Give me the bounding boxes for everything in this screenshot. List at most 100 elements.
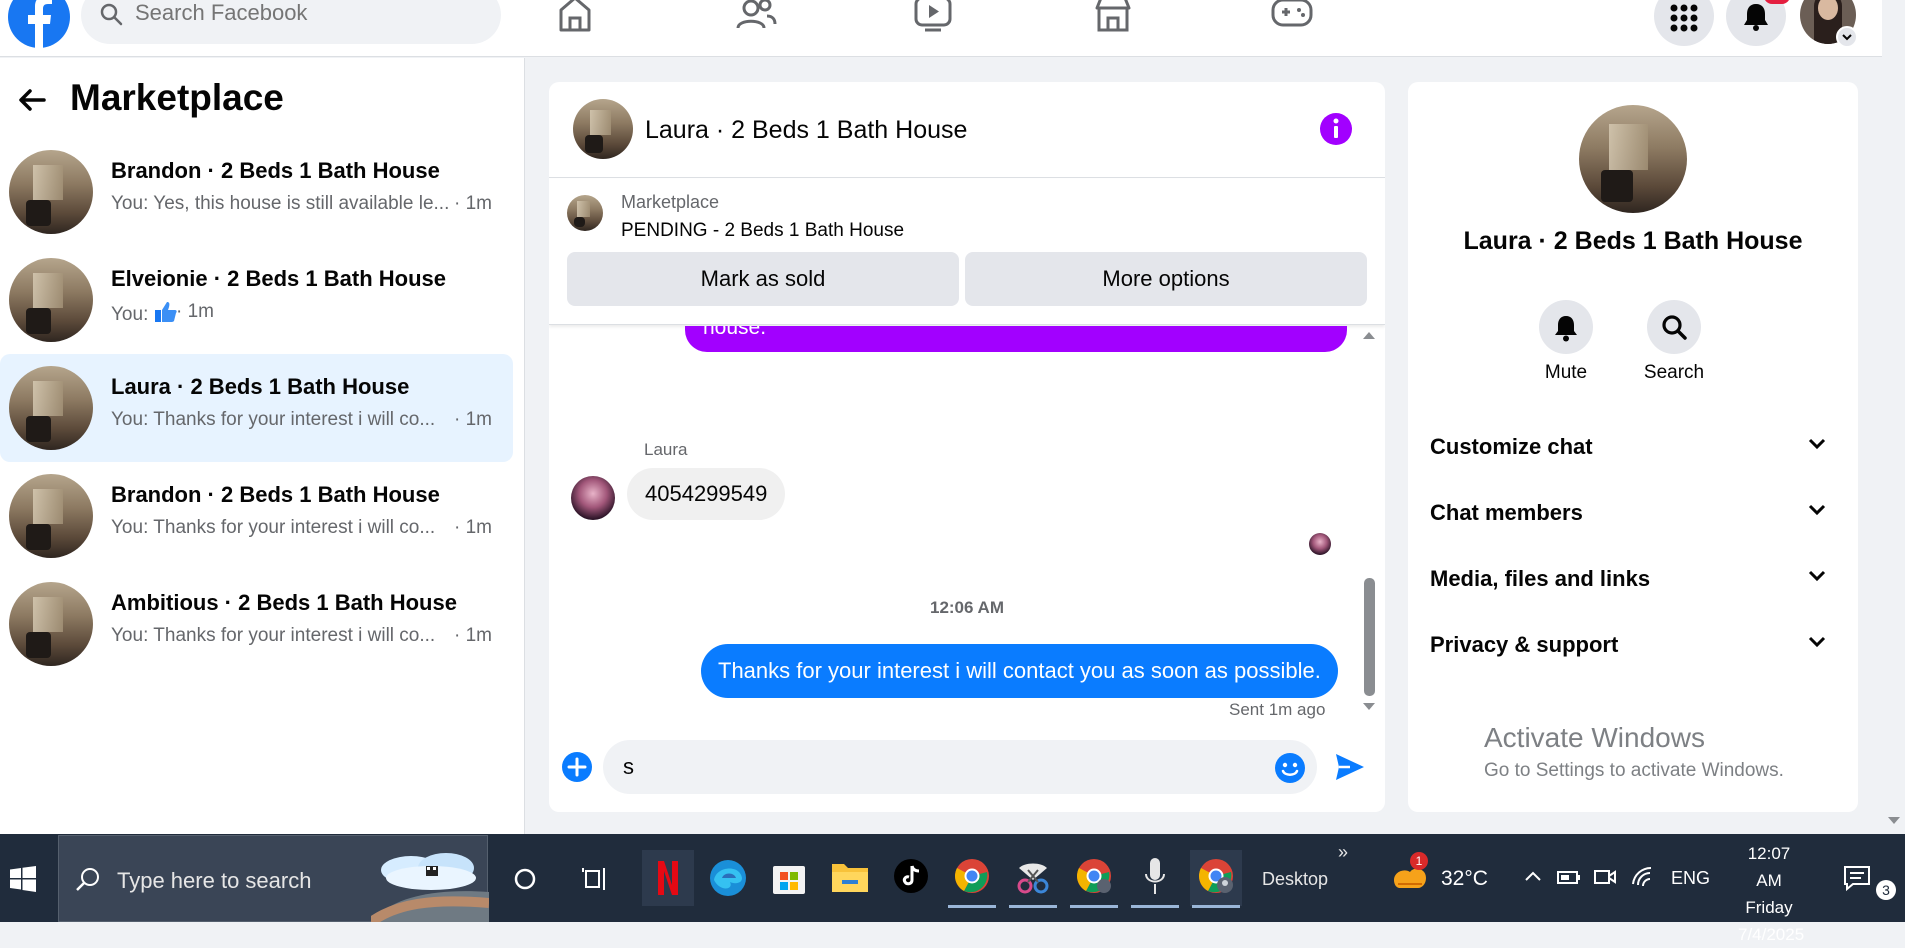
conversation-item[interactable]: Ambitious · 2 Beds 1 Bath House You: Tha…	[0, 570, 513, 678]
toolbar-overflow-chevron[interactable]: »	[1338, 842, 1348, 863]
marketplace-nav-icon[interactable]	[1083, 0, 1143, 34]
mark-as-sold-button[interactable]: Mark as sold	[567, 252, 959, 306]
media-files-links-section[interactable]: Media, files and links	[1430, 554, 1836, 602]
tiktok-taskbar-icon[interactable]	[885, 850, 937, 906]
chevron-down-icon	[1808, 570, 1826, 582]
notification-count-badge: 3	[1876, 880, 1896, 900]
desktop-toolbar-label[interactable]: Desktop	[1262, 869, 1328, 890]
task-view-icon[interactable]	[582, 866, 610, 892]
battery-icon[interactable]	[1557, 868, 1581, 886]
voice-recorder-taskbar-icon[interactable]	[1129, 850, 1181, 908]
search-in-conversation-button[interactable]: Search	[1629, 300, 1719, 384]
weather-widget[interactable]: 1	[1390, 852, 1430, 896]
taskbar-search-box[interactable]: Type here to search	[58, 835, 489, 922]
info-icon[interactable]	[1319, 112, 1353, 146]
back-arrow-icon[interactable]	[16, 84, 48, 116]
cortana-icon[interactable]	[513, 867, 537, 891]
incoming-message-bubble[interactable]: 4054299549	[627, 468, 786, 520]
chrome-active-taskbar-icon[interactable]	[1190, 850, 1242, 908]
conversation-item-active[interactable]: Laura · 2 Beds 1 Bath House You: Thanks …	[0, 354, 513, 462]
message-input[interactable]	[603, 740, 1317, 794]
conversation-name: Brandon · 2 Beds 1 Bath House	[111, 482, 440, 507]
friends-nav-icon[interactable]	[725, 0, 785, 34]
message-scrollbar[interactable]	[1364, 578, 1375, 696]
activate-windows-watermark: Activate Windows Go to Settings to activ…	[1484, 722, 1784, 782]
outgoing-message-bubble[interactable]: Thanks for your interest i will contact …	[701, 644, 1338, 698]
facebook-logo-icon[interactable]	[8, 0, 70, 48]
wifi-icon[interactable]	[1631, 866, 1655, 888]
emoji-icon[interactable]	[1274, 752, 1306, 784]
listing-avatar	[9, 150, 93, 234]
chat-members-section[interactable]: Chat members	[1430, 488, 1836, 536]
listing-status[interactable]: PENDING - 2 Beds 1 Bath House	[621, 220, 904, 242]
mute-label: Mute	[1544, 362, 1588, 383]
search-highlight-illustration-icon	[371, 853, 489, 922]
chrome-profile-taskbar-icon[interactable]	[1068, 850, 1120, 908]
conversation-item[interactable]: Brandon · 2 Beds 1 Bath House You: Thank…	[0, 462, 513, 570]
action-center-icon[interactable]	[1843, 864, 1871, 892]
conversation-snippet: You:	[111, 301, 178, 326]
facebook-search-input[interactable]	[135, 0, 465, 26]
search-icon	[100, 3, 123, 26]
temperature[interactable]: 32°C	[1441, 867, 1488, 891]
input-language[interactable]: ENG	[1671, 868, 1710, 889]
message-composer	[549, 732, 1385, 812]
page-scrollbar[interactable]	[1882, 0, 1905, 834]
send-icon[interactable]	[1334, 752, 1366, 782]
facebook-search[interactable]	[81, 0, 501, 44]
sender-avatar[interactable]	[571, 476, 615, 520]
gaming-nav-icon[interactable]	[1262, 0, 1322, 34]
edge-taskbar-icon[interactable]	[702, 850, 754, 906]
file-explorer-taskbar-icon[interactable]	[824, 850, 876, 906]
system-clock[interactable]: 12:07 AM Friday 7/4/2025	[1738, 840, 1804, 948]
conversation-avatar	[1579, 105, 1687, 213]
netflix-taskbar-icon[interactable]	[642, 850, 694, 906]
conversation-item[interactable]: Elveionie · 2 Beds 1 Bath House You: · 1…	[0, 246, 513, 354]
conversation-item[interactable]: Brandon · 2 Beds 1 Bath House You: Yes, …	[0, 138, 513, 246]
scroll-down-arrow-icon[interactable]	[1361, 702, 1377, 712]
bell-icon	[1744, 4, 1768, 31]
plus-circle-icon[interactable]	[561, 751, 593, 783]
camera-icon[interactable]	[1594, 867, 1616, 887]
chat-avatar[interactable]	[573, 99, 633, 159]
message-thread: house. Laura 4054299549 12:06 AM Thanks …	[549, 326, 1385, 726]
conversation-title: Laura · 2 Beds 1 Bath House	[1463, 227, 1803, 255]
taskbar-search-placeholder: Type here to search	[117, 868, 312, 893]
home-nav-icon[interactable]	[545, 0, 605, 34]
more-options-button[interactable]: More options	[965, 252, 1367, 306]
menu-grid-button[interactable]	[1654, 0, 1714, 46]
message-timestamp: 12:06 AM	[929, 598, 1004, 617]
chat-header: Laura · 2 Beds 1 Bath House	[549, 82, 1385, 178]
watermark-subtitle: Go to Settings to activate Windows.	[1484, 760, 1784, 781]
message-text: house.	[703, 326, 767, 339]
bell-icon	[1555, 316, 1577, 342]
snippet-text: You:	[111, 304, 154, 325]
conversation-snippet: You: Yes, this house is still available …	[111, 193, 450, 214]
microsoft-store-taskbar-icon[interactable]	[763, 850, 815, 906]
thumbs-up-icon	[154, 302, 177, 322]
chevron-up-icon[interactable]	[1524, 870, 1542, 882]
privacy-support-section[interactable]: Privacy & support	[1430, 620, 1836, 668]
scroll-up-arrow-icon[interactable]	[1361, 330, 1377, 340]
listing-thumbnail[interactable]	[567, 195, 603, 231]
windows-start-icon[interactable]	[10, 866, 36, 892]
account-menu-button[interactable]	[1836, 26, 1858, 48]
page-title: Marketplace	[70, 77, 284, 118]
sender-name: Laura	[644, 440, 688, 459]
conversation-name: Laura · 2 Beds 1 Bath House	[111, 374, 410, 399]
customize-chat-section[interactable]: Customize chat	[1430, 422, 1836, 470]
conversation-time: · 1m	[454, 517, 492, 538]
chrome-taskbar-icon[interactable]	[946, 850, 998, 908]
grid-icon	[1670, 4, 1698, 32]
scroll-down-arrow-icon[interactable]	[1887, 816, 1901, 826]
snipping-tool-taskbar-icon[interactable]	[1007, 850, 1059, 908]
notifications-button[interactable]	[1726, 0, 1786, 46]
chevron-down-icon	[1808, 504, 1826, 516]
chat-title[interactable]: Laura · 2 Beds 1 Bath House	[645, 116, 967, 145]
watermark-title: Activate Windows	[1484, 722, 1705, 753]
chevron-down-icon	[1808, 636, 1826, 648]
watch-nav-icon[interactable]	[903, 0, 963, 34]
mute-button[interactable]: Mute	[1521, 300, 1611, 384]
chevron-down-icon	[1808, 438, 1826, 450]
clock-day: Friday	[1745, 898, 1793, 917]
